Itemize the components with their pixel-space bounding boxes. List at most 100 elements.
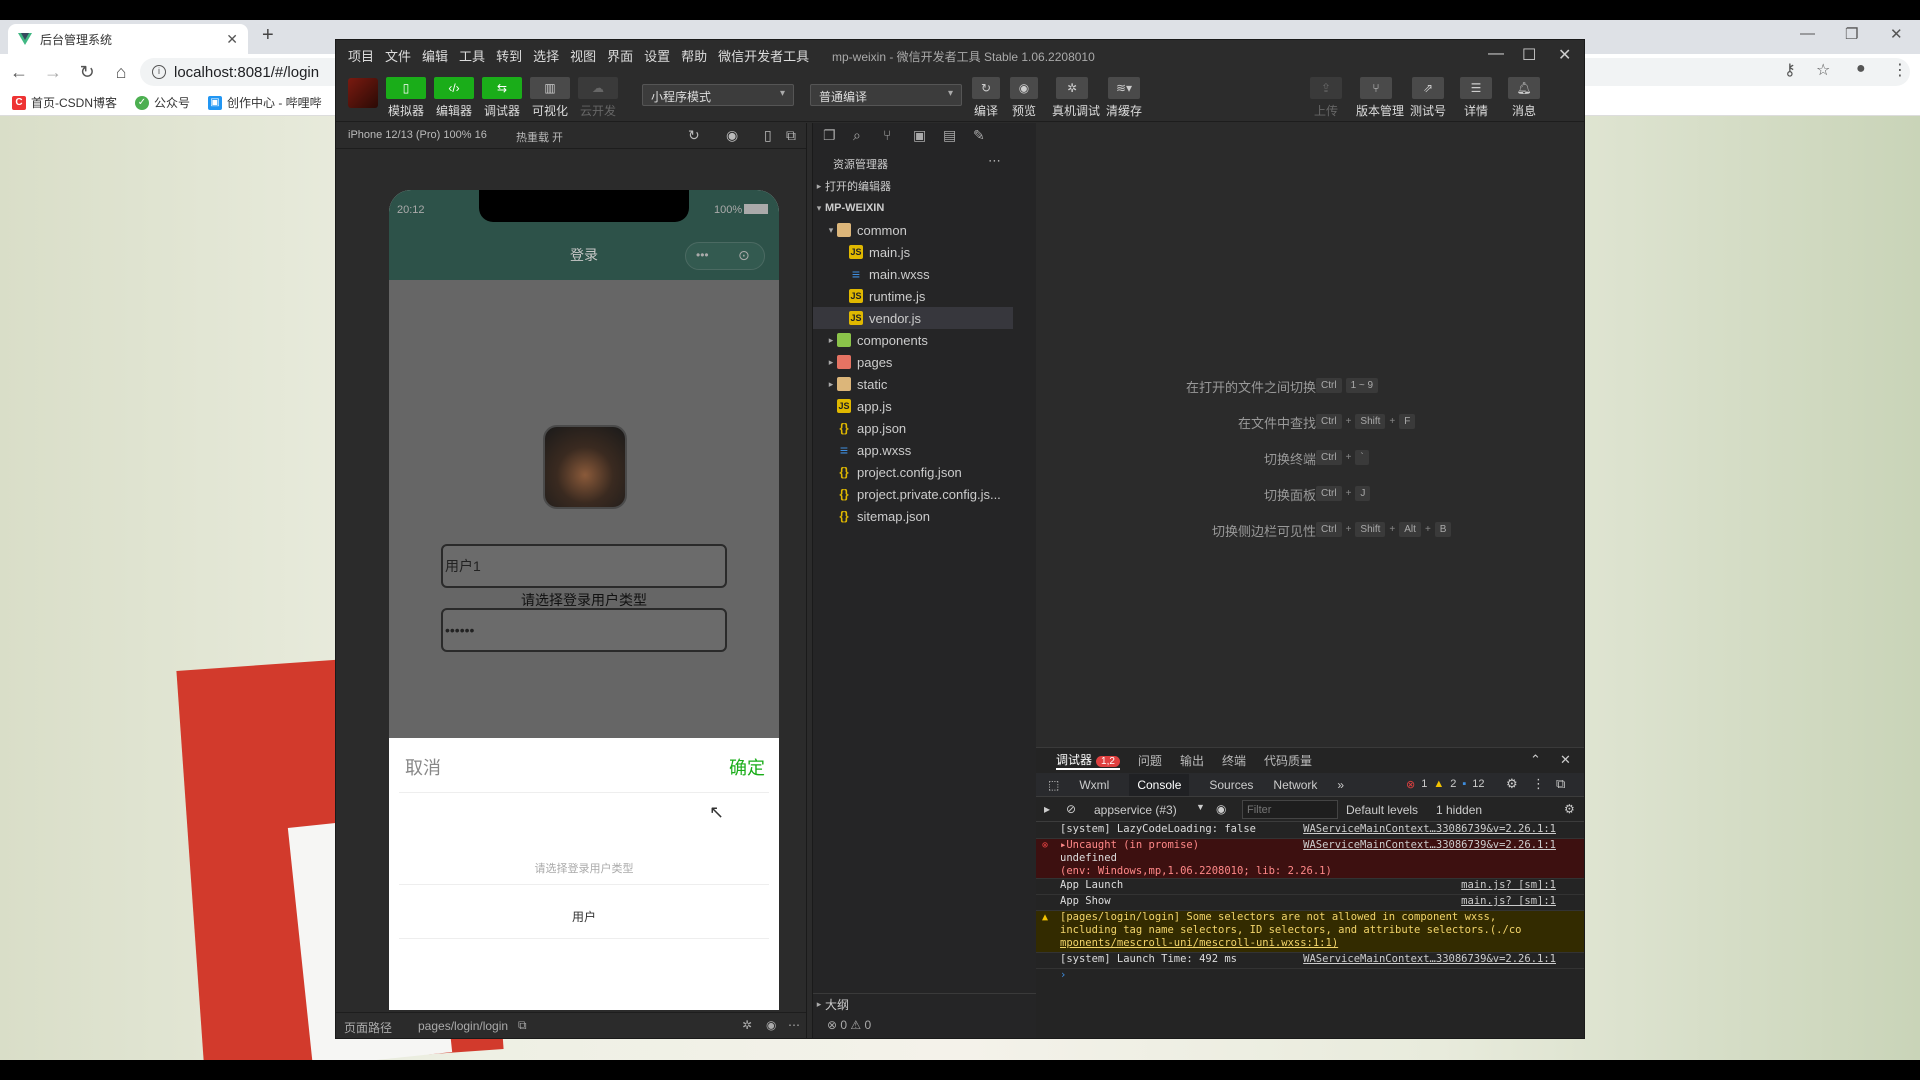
tab-output[interactable]: 输出 (1180, 752, 1204, 769)
hot-reload-toggle[interactable]: 热重载 开 (516, 129, 563, 145)
key-icon[interactable]: ⚷ (1784, 60, 1796, 80)
avatar[interactable] (348, 78, 378, 108)
console-prompt[interactable]: › (1036, 969, 1584, 985)
message-counts[interactable]: ⊗ 1 ▲ 2 ▪ 12 (1406, 778, 1485, 791)
simulator-button[interactable]: ▯ 模拟器 (386, 77, 426, 119)
tree-item-common[interactable]: ▾ common (813, 219, 1013, 241)
star-icon[interactable]: ☆ (1816, 60, 1830, 80)
source-control-icon[interactable]: ⑂ (883, 127, 891, 143)
tree-item-sitemap[interactable]: {} sitemap.json (813, 505, 1013, 527)
reload-icon[interactable]: ↻ (72, 62, 102, 83)
inspect-icon[interactable]: ⬚ (1048, 778, 1059, 792)
compile-mode-select[interactable]: 普通编译 (810, 84, 962, 106)
menu-icon[interactable]: ⋮ (1892, 60, 1908, 80)
extensions-icon[interactable]: ▣ (913, 127, 926, 144)
menu-select[interactable]: 选择 (533, 46, 559, 65)
gear-icon[interactable]: ⚙ (1564, 802, 1575, 816)
tree-item-project-config[interactable]: {} project.config.json (813, 461, 1013, 483)
search-icon[interactable]: ⌕ (853, 127, 861, 144)
close-tab-icon[interactable]: ✕ (226, 31, 238, 48)
close-panel-icon[interactable]: ✕ (1560, 752, 1571, 768)
settings-icon[interactable]: ✲ (742, 1018, 752, 1032)
home-icon[interactable]: ⌂ (106, 62, 136, 83)
more-icon[interactable]: ⋯ (988, 153, 1001, 169)
menu-edit[interactable]: 编辑 (422, 46, 448, 65)
files-icon[interactable]: ❐ (823, 127, 836, 144)
source-link[interactable]: WAServiceMainContext…33086739&v=2.26.1:1 (1303, 839, 1556, 852)
close-capsule-icon[interactable]: ⊙ (738, 247, 750, 264)
root-folder[interactable]: ▾ MP-WEIXIN (813, 197, 1013, 219)
menu-tools[interactable]: 工具 (459, 46, 485, 65)
bookmark-wechat[interactable]: ✓ 公众号 (135, 94, 190, 111)
console-filter-input[interactable] (1242, 800, 1338, 819)
minimize-icon[interactable]: — (1800, 25, 1815, 42)
close-window-icon[interactable]: ✕ (1890, 25, 1903, 43)
rotate-icon[interactable]: ↻ (688, 127, 700, 144)
user-type-hint[interactable]: 请选择登录用户类型 (389, 590, 779, 610)
clear-console-icon[interactable]: ⊘ (1066, 802, 1076, 816)
menu-help[interactable]: 帮助 (681, 46, 707, 65)
outline-section[interactable]: ▸ 大纲 (813, 993, 1037, 1015)
context-select[interactable]: appservice (#3) (1094, 803, 1177, 817)
problems-status[interactable]: ⊗ 0 ⚠ 0 (813, 1018, 871, 1032)
dock-icon[interactable]: ⧉ (1556, 776, 1565, 792)
picker-cancel-button[interactable]: 取消 (405, 754, 441, 780)
mode-select[interactable]: 小程序模式 (642, 84, 794, 106)
device-icon[interactable]: ▯ (764, 127, 772, 144)
password-input[interactable]: •••••• (441, 608, 727, 652)
menu-file[interactable]: 文件 (385, 46, 411, 65)
tab-wxml[interactable]: Wxml (1079, 778, 1109, 792)
close-icon[interactable]: ✕ (1558, 45, 1571, 65)
clear-cache-button[interactable]: ≋▾ 清缓存 (1104, 77, 1144, 119)
tab-network[interactable]: Network (1273, 778, 1317, 792)
gear-icon[interactable]: ⚙ (1506, 776, 1518, 792)
tree-item-runtime-js[interactable]: JS runtime.js (813, 285, 1013, 307)
visual-button[interactable]: ▥ 可视化 (530, 77, 570, 119)
device-select[interactable]: iPhone 12/13 (Pro) 100% 16 (348, 129, 487, 141)
menu-project[interactable]: 项目 (348, 46, 374, 65)
details-button[interactable]: ☰ 详情 (1456, 77, 1496, 119)
bookmark-bilibili[interactable]: ▣ 创作中心 - 哔哩哔 (208, 94, 322, 111)
source-link[interactable]: main.js? [sm]:1 (1461, 879, 1556, 892)
menu-settings[interactable]: 设置 (644, 46, 670, 65)
more-tabs-icon[interactable]: » (1337, 778, 1344, 792)
tree-item-project-private-config[interactable]: {} project.private.config.js... (813, 483, 1013, 505)
brush-icon[interactable]: ✎ (973, 127, 985, 144)
tree-item-app-wxss[interactable]: ≡ app.wxss (813, 439, 1013, 461)
back-icon[interactable]: ← (4, 62, 34, 83)
eye-icon[interactable]: ◉ (1216, 802, 1226, 816)
open-editors-section[interactable]: ▸ 打开的编辑器 (813, 175, 1013, 197)
maximize-icon[interactable]: ☐ (1522, 45, 1536, 65)
test-account-button[interactable]: ⇗ 测试号 (1408, 77, 1448, 119)
tree-item-main-js[interactable]: JS main.js (813, 241, 1013, 263)
browser-tab[interactable]: 后台管理系统 ✕ (8, 24, 248, 54)
menu-devtools[interactable]: 微信开发者工具 (718, 46, 809, 65)
picker-confirm-button[interactable]: 确定 (729, 754, 765, 780)
version-button[interactable]: ⑂ 版本管理 (1356, 77, 1404, 119)
sidebar-toggle-icon[interactable]: ▸ (1044, 802, 1050, 816)
source-link[interactable]: main.js? [sm]:1 (1461, 895, 1556, 908)
tree-item-main-wxss[interactable]: ≡ main.wxss (813, 263, 1013, 285)
restore-icon[interactable]: ❐ (1845, 25, 1858, 43)
source-link[interactable]: WAServiceMainContext…33086739&v=2.26.1:1 (1303, 953, 1556, 966)
minimize-icon[interactable]: — (1488, 45, 1504, 63)
tree-item-components[interactable]: ▸ components (813, 329, 1013, 351)
forward-icon[interactable]: → (38, 62, 68, 83)
more-icon[interactable]: ⋯ (788, 1018, 800, 1032)
path-label[interactable]: 页面路径 (344, 1019, 392, 1036)
tree-item-vendor-js[interactable]: JS vendor.js (813, 307, 1013, 329)
tree-item-static[interactable]: ▸ static (813, 373, 1013, 395)
editor-button[interactable]: ‹/› 编辑器 (434, 77, 474, 119)
tree-item-app-json[interactable]: {} app.json (813, 417, 1013, 439)
panel-icon[interactable]: ▤ (943, 127, 956, 144)
messages-button[interactable]: 🔔︎ 消息 (1504, 77, 1544, 119)
tab-console[interactable]: Console (1129, 773, 1190, 796)
compile-button[interactable]: ↻ 编译 (970, 77, 1002, 119)
tab-terminal[interactable]: 终端 (1222, 752, 1246, 769)
tab-problems[interactable]: 问题 (1138, 752, 1162, 769)
picker-option[interactable]: 请选择登录用户类型 (389, 860, 779, 876)
profile-icon[interactable]: ● (1856, 60, 1866, 78)
log-levels-select[interactable]: Default levels (1346, 803, 1418, 817)
record-icon[interactable]: ◉ (726, 127, 738, 144)
cloud-button[interactable]: ☁ 云开发 (578, 77, 618, 119)
